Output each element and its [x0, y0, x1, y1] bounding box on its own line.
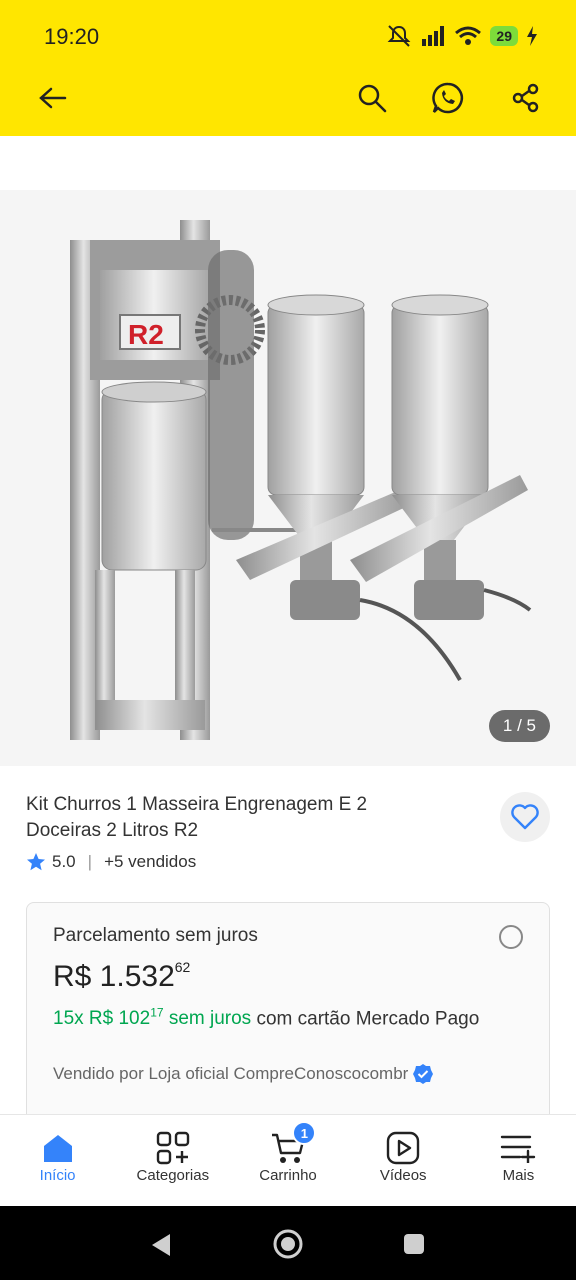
seller-info: Vendido por Loja oficial CompreConoscoco…: [53, 1063, 434, 1085]
product-price: R$ 1.53262: [53, 959, 190, 994]
bottom-navigation: Início Categorias 1 Carrinho Vídeos Mais: [0, 1114, 576, 1206]
video-icon: [387, 1131, 420, 1165]
nav-cart-label: Carrinho: [259, 1167, 317, 1184]
whatsapp-button[interactable]: [428, 78, 468, 118]
share-button[interactable]: [506, 78, 546, 118]
system-home-icon[interactable]: [272, 1228, 304, 1260]
nav-home[interactable]: Início: [0, 1115, 115, 1206]
heart-icon: [511, 804, 539, 830]
search-icon: [358, 84, 387, 113]
nav-categories-label: Categorias: [136, 1167, 210, 1184]
installment-info: 15x R$ 10217 sem juros com cartão Mercad…: [53, 999, 523, 1033]
rating-separator: |: [87, 852, 93, 871]
price-main: R$ 1.532: [53, 960, 175, 993]
mute-icon: [388, 25, 411, 47]
installment-rest: com cartão Mercado Pago: [251, 1008, 480, 1030]
charging-icon: [527, 26, 537, 46]
star-icon: [27, 853, 45, 871]
wifi-icon: [455, 26, 482, 45]
product-image: R2: [70, 220, 532, 740]
sold-count: +5 vendidos: [104, 852, 197, 871]
image-counter: 1 / 5: [488, 710, 550, 742]
rating-row: 5.0 | +5 vendidos: [26, 852, 196, 872]
nav-more-label: Mais: [502, 1167, 535, 1184]
verified-icon: [413, 1064, 434, 1084]
product-image-gallery[interactable]: R2 1 / 5: [0, 190, 576, 766]
price-cents: 62: [174, 959, 191, 975]
search-button[interactable]: [352, 78, 392, 118]
r2-logo: R2: [128, 319, 164, 350]
payment-option-title: Parcelamento sem juros: [53, 925, 258, 946]
categories-icon: [156, 1131, 189, 1165]
product-title: Kit Churros 1 Masseira Engrenagem E 2 Do…: [26, 794, 368, 841]
payment-option-card[interactable]: Parcelamento sem juros R$ 1.53262 15x R$…: [26, 902, 550, 1132]
back-button[interactable]: [32, 78, 72, 118]
gallery-top-spacer: [0, 136, 576, 190]
nav-videos-label: Vídeos: [379, 1167, 427, 1184]
top-bar: 19:20 29: [0, 0, 576, 136]
system-back-icon[interactable]: [148, 1232, 174, 1258]
favorite-button[interactable]: [500, 792, 550, 842]
nav-categories[interactable]: Categorias: [115, 1115, 230, 1206]
nav-more[interactable]: Mais: [461, 1115, 576, 1206]
nav-cart[interactable]: 1 Carrinho: [230, 1115, 345, 1206]
nav-home-label: Início: [39, 1167, 76, 1184]
seller-text: Vendido por Loja oficial CompreConoscoco…: [53, 1064, 409, 1083]
menu-plus-icon: [501, 1135, 536, 1163]
system-recents-icon[interactable]: [402, 1232, 426, 1256]
battery-indicator: 29: [490, 26, 518, 46]
share-icon: [512, 83, 539, 113]
nav-videos[interactable]: Vídeos: [346, 1115, 461, 1206]
home-icon: [43, 1135, 72, 1162]
whatsapp-icon: [432, 82, 464, 114]
rating-value: 5.0: [52, 852, 76, 871]
system-navigation-bar: [0, 1206, 576, 1280]
status-time: 19:20: [44, 24, 100, 49]
status-icons: 29: [386, 24, 538, 48]
payment-option-radio[interactable]: [499, 925, 523, 949]
signal-icon: [422, 26, 445, 46]
back-arrow-icon: [39, 87, 67, 109]
installment-amount: 15x R$ 10217 sem juros: [53, 1006, 252, 1030]
cart-badge: 1: [292, 1121, 317, 1145]
